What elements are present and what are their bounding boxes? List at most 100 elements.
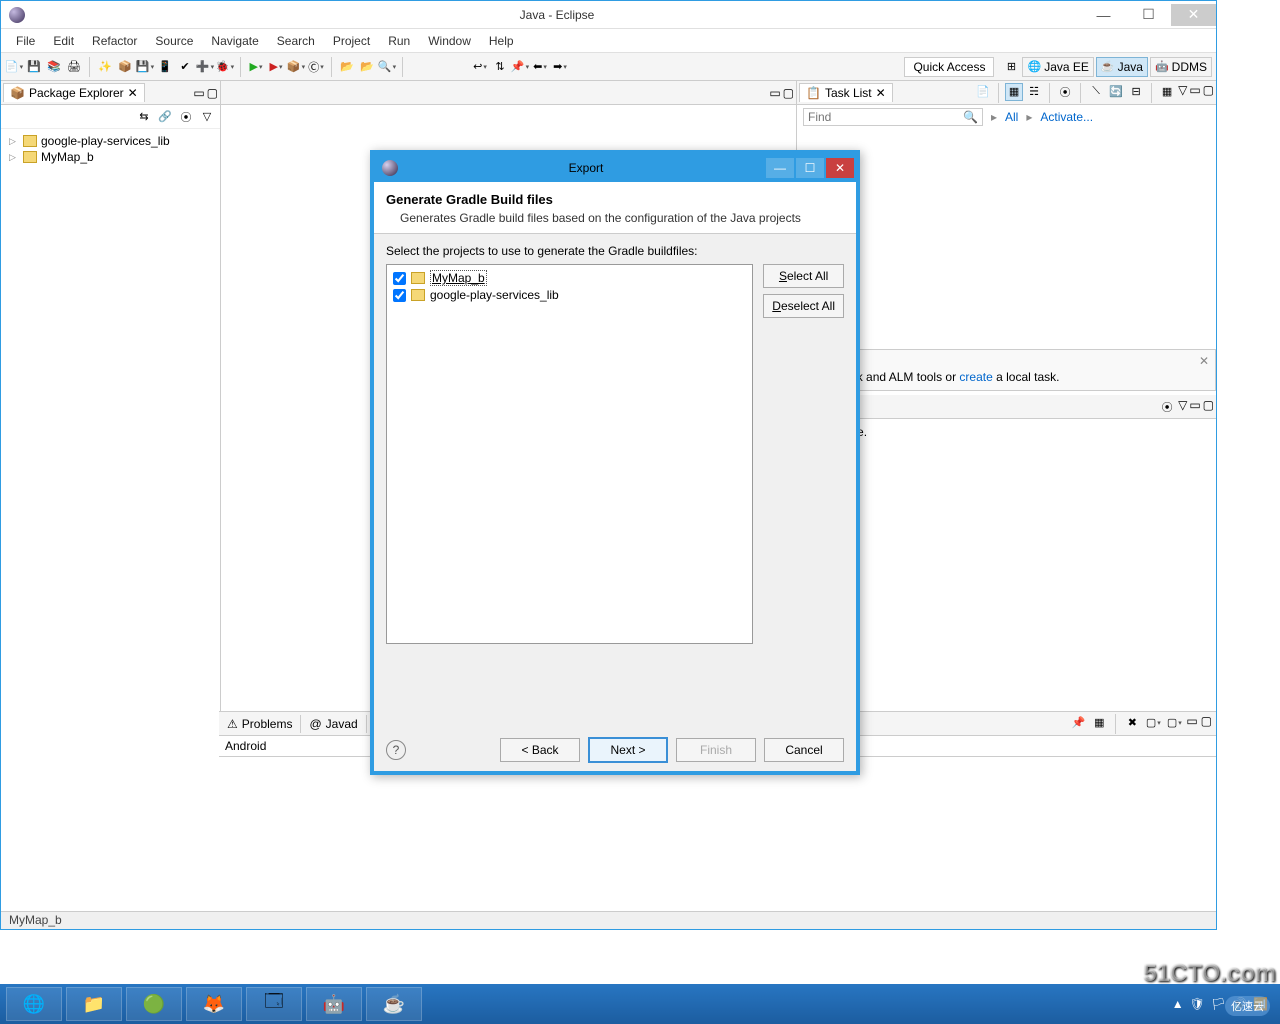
run-icon[interactable]: ▶ [247, 58, 265, 76]
persp-javaee[interactable]: 🌐 Java EE [1022, 57, 1093, 77]
tray-action-icon[interactable]: 🏳 [1211, 997, 1226, 1011]
nav-icon[interactable]: ↩ [471, 58, 489, 76]
maximize-button[interactable]: ☐ [1126, 4, 1171, 26]
maximize-editor-icon[interactable]: ▢ [783, 86, 794, 100]
task-ui-icon[interactable]: ▦ [1158, 83, 1176, 101]
taskbar-android-studio-icon[interactable]: 🤖 [306, 987, 362, 1021]
task-sync-icon[interactable]: 🔄 [1107, 83, 1125, 101]
taskbar-ie-icon[interactable]: 🌐 [6, 987, 62, 1021]
tray-shield-icon[interactable]: 🛡 [1190, 997, 1205, 1011]
task-hide-icon[interactable]: ⟍ [1087, 83, 1105, 101]
cancel-button[interactable]: Cancel [764, 738, 844, 762]
package-explorer-tab[interactable]: 📦 Package Explorer ✕ [3, 83, 145, 102]
console-disp-icon[interactable]: ▦ [1090, 714, 1108, 732]
console-pin-icon[interactable]: 📌 [1069, 714, 1087, 732]
minimize-task-icon[interactable]: ▭ [1189, 83, 1200, 103]
minimize-bottom-icon[interactable]: ▭ [1186, 714, 1197, 734]
maximize-task-icon[interactable]: ▢ [1203, 83, 1214, 103]
new-icon[interactable]: 📄 [5, 58, 23, 76]
console-new-icon[interactable]: ▢ [1165, 714, 1183, 732]
taskbar-app-icon[interactable]: 🗔 [246, 987, 302, 1021]
menu-project[interactable]: Project [324, 31, 379, 51]
new-class-icon[interactable]: Ⓒ [307, 58, 325, 76]
project-item[interactable]: google-play-services_lib [391, 287, 748, 303]
collapse-icon[interactable]: ⇆ [135, 108, 153, 126]
new-pkg-icon[interactable]: 📦 [287, 58, 305, 76]
dialog-minimize-button[interactable]: — [766, 158, 794, 178]
menu-edit[interactable]: Edit [44, 31, 83, 51]
toggle-icon[interactable]: ⇅ [491, 58, 509, 76]
minimize-view-icon[interactable]: ▭ [193, 86, 204, 100]
menu-file[interactable]: File [7, 31, 44, 51]
wand-icon[interactable]: ✨ [96, 58, 114, 76]
menu-navigate[interactable]: Navigate [202, 31, 267, 51]
task-activate-link[interactable]: Activate... [1040, 110, 1093, 124]
menu-window[interactable]: Window [419, 31, 480, 51]
mylyn-create-link[interactable]: create [959, 370, 992, 384]
task-all-link[interactable]: All [1005, 110, 1018, 124]
persp-ddms[interactable]: 🤖 DDMS [1150, 57, 1212, 77]
quick-access[interactable]: Quick Access [904, 57, 994, 77]
menu-help[interactable]: Help [480, 31, 523, 51]
focus-icon[interactable]: ⦿ [177, 108, 195, 126]
taskbar-firefox-icon[interactable]: 🦊 [186, 987, 242, 1021]
run-ext-icon[interactable]: ▶ [267, 58, 285, 76]
maximize-bottom-icon[interactable]: ▢ [1201, 714, 1212, 734]
minimize-outline-icon[interactable]: ▭ [1189, 398, 1200, 416]
link-icon[interactable]: 🔗 [156, 108, 174, 126]
task-cat-icon[interactable]: ▦ [1005, 83, 1023, 101]
minimize-editor-icon[interactable]: ▭ [769, 86, 780, 100]
taskbar-chrome-icon[interactable]: 🟢 [126, 987, 182, 1021]
print-icon[interactable]: 🖨 [65, 58, 83, 76]
project-checkbox[interactable] [393, 289, 406, 302]
dialog-close-button[interactable]: ✕ [826, 158, 854, 178]
dialog-titlebar[interactable]: Export — ☐ ✕ [374, 154, 856, 182]
save-icon[interactable]: 💾 [25, 58, 43, 76]
menu-run[interactable]: Run [379, 31, 419, 51]
tree-item[interactable]: ▷google-play-services_lib [3, 133, 218, 149]
save-drop-icon[interactable]: 💾 [136, 58, 154, 76]
task-search[interactable]: 🔍 [803, 108, 983, 126]
task-search-input[interactable] [808, 110, 963, 124]
minimize-button[interactable]: — [1081, 4, 1126, 26]
task-focus-icon[interactable]: ⦿ [1056, 83, 1074, 101]
task-menu-icon[interactable]: ▽ [1178, 83, 1187, 103]
project-list[interactable]: MyMap_b google-play-services_lib [386, 264, 753, 644]
taskbar-eclipse-icon[interactable]: ☕ [366, 987, 422, 1021]
new-proj-icon[interactable]: ➕ [196, 58, 214, 76]
menu-search[interactable]: Search [268, 31, 324, 51]
dialog-maximize-button[interactable]: ☐ [796, 158, 824, 178]
console-open-icon[interactable]: ▢ [1144, 714, 1162, 732]
fwd-icon[interactable]: ➡ [551, 58, 569, 76]
open-perspective-icon[interactable]: ⊞ [1002, 58, 1020, 76]
task-collapse-icon[interactable]: ⊟ [1127, 83, 1145, 101]
maximize-view-icon[interactable]: ▢ [207, 86, 218, 100]
lint-icon[interactable]: ✔ [176, 58, 194, 76]
pin-icon[interactable]: 📌 [511, 58, 529, 76]
task-sched-icon[interactable]: ☵ [1025, 83, 1043, 101]
debug-icon[interactable]: 🐞 [216, 58, 234, 76]
problems-tab[interactable]: ⚠ Problems [219, 715, 301, 733]
back-button[interactable]: < Back [500, 738, 580, 762]
save-all-icon[interactable]: 📚 [45, 58, 63, 76]
open-task-icon[interactable]: 📂 [358, 58, 376, 76]
back-icon[interactable]: ⬅ [531, 58, 549, 76]
deselect-all-button[interactable]: Deselect All [763, 294, 844, 318]
project-item[interactable]: MyMap_b [391, 269, 748, 287]
view-menu-icon[interactable]: ▽ [198, 108, 216, 126]
outline-focus-icon[interactable]: ⦿ [1158, 398, 1176, 416]
javadoc-tab[interactable]: @ Javad [301, 715, 366, 733]
avd-icon[interactable]: 📱 [156, 58, 174, 76]
menu-source[interactable]: Source [146, 31, 202, 51]
select-all-button[interactable]: Select All [763, 264, 844, 288]
outline-menu-icon[interactable]: ▽ [1178, 398, 1187, 416]
tree-item[interactable]: ▷MyMap_b [3, 149, 218, 165]
close-mylyn-icon[interactable]: ✕ [1199, 354, 1209, 368]
task-list-tab[interactable]: 📋 Task List ✕ [799, 83, 893, 102]
task-new-icon[interactable]: 📄 [974, 83, 992, 101]
help-icon[interactable]: ? [386, 740, 406, 760]
console-clear-icon[interactable]: ✖ [1123, 714, 1141, 732]
tray-flag-icon[interactable]: ▲ [1172, 997, 1184, 1011]
maximize-outline-icon[interactable]: ▢ [1203, 398, 1214, 416]
search-icon[interactable]: 🔍 [378, 58, 396, 76]
